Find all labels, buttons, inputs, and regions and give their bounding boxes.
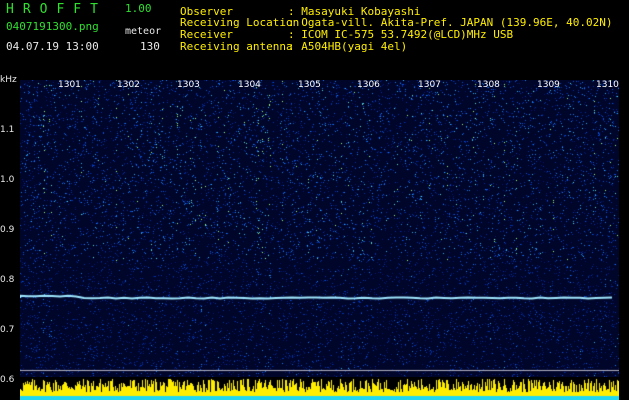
- detection-count: 130: [140, 40, 160, 53]
- right-margin: [619, 80, 629, 400]
- app-version: 1.00: [125, 2, 152, 15]
- receiver-value: : ICOM IC-575 53.7492(@LCD)MHz USB: [288, 28, 514, 41]
- file-name: 0407191300.png: [6, 20, 99, 33]
- spectrogram: [20, 80, 619, 377]
- x-tick: 1304: [238, 80, 261, 90]
- mode-label: meteor: [125, 26, 162, 37]
- y-tick: 1.0: [0, 175, 15, 185]
- location-label: Receiving Location: [180, 16, 300, 29]
- hrofft-window: HROFFT 1.00 0407191300.png meteor 04.07.…: [0, 0, 629, 400]
- x-tick: 1309: [537, 80, 560, 90]
- date-time: 04.07.19 13:00: [6, 40, 99, 53]
- spectrogram-image: [20, 80, 619, 377]
- antenna-label: Receiving antenna: [180, 40, 293, 53]
- y-tick: 0.9: [0, 225, 15, 235]
- x-tick: 1307: [418, 80, 441, 90]
- location-value: : Ogata-vill. Akita-Pref. JAPAN (139.96E…: [288, 16, 613, 29]
- signal-level-strip: [20, 377, 619, 400]
- receiver-label: Receiver: [180, 28, 233, 41]
- y-tick: 0.8: [0, 275, 15, 285]
- y-tick: 1.1: [0, 125, 15, 135]
- x-tick: 1303: [177, 80, 200, 90]
- y-tick: 0.7: [0, 325, 15, 335]
- antenna-value: : A504HB(yagi 4el): [288, 40, 408, 53]
- x-tick: 1305: [298, 80, 321, 90]
- app-title: HROFFT: [6, 2, 107, 17]
- x-tick: 1306: [357, 80, 380, 90]
- x-tick: 1310: [596, 80, 619, 90]
- y-axis: kHz 1.1 1.0 0.9 0.8 0.7 0.6: [0, 72, 20, 385]
- x-tick: 1308: [477, 80, 500, 90]
- x-tick: 1301: [58, 80, 81, 90]
- y-unit-label: kHz: [0, 75, 17, 85]
- x-tick: 1302: [117, 80, 140, 90]
- y-tick: 0.6: [0, 375, 15, 385]
